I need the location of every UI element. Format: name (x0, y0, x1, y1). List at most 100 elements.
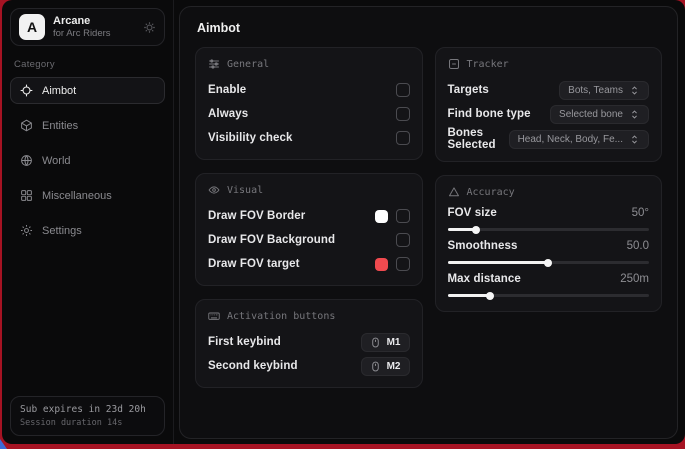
sidebar-item-label: Aimbot (42, 85, 76, 97)
visual-header: Visual (208, 184, 410, 196)
section-title: Activation buttons (227, 311, 335, 322)
sidebar-item-settings[interactable]: Settings (10, 217, 165, 244)
row-label: Draw FOV Border (208, 210, 305, 222)
first-keybind-button[interactable]: M1 (361, 333, 410, 352)
row-label: First keybind (208, 336, 281, 348)
scan-box-icon (448, 58, 460, 70)
color-swatch-white[interactable] (375, 210, 388, 223)
setting-row-fov-background: Draw FOV Background (208, 229, 410, 251)
smoothness-value: 50.0 (627, 240, 649, 252)
sidebar-item-miscellaneous[interactable]: Miscellaneous (10, 182, 165, 209)
subscription-card: Sub expires in 23d 20h Session duration … (10, 396, 165, 436)
main-panel: Aimbot General Enable (179, 6, 678, 439)
sidebar-item-world[interactable]: World (10, 147, 165, 174)
crosshair-icon (20, 84, 33, 97)
keyboard-icon (208, 310, 220, 322)
sidebar-nav: Aimbot Entities World Miscellaneous (10, 77, 165, 252)
dropdown-value: Selected bone (559, 109, 623, 120)
chevrons-up-down-icon (629, 109, 640, 120)
cursor (0, 439, 7, 449)
smoothness-slider[interactable] (448, 261, 650, 264)
row-label: Find bone type (448, 108, 531, 120)
eye-icon (208, 184, 220, 196)
setting-row-first-keybind: First keybind M1 (208, 331, 410, 353)
card-columns: General Enable Always Visibility check (195, 47, 662, 388)
second-keybind-button[interactable]: M2 (361, 357, 410, 376)
activation-card: Activation buttons First keybind M1 Seco… (195, 299, 423, 388)
row-label: Max distance (448, 273, 521, 285)
section-title: Tracker (467, 59, 509, 70)
color-swatch-red[interactable] (375, 258, 388, 271)
mouse-icon (370, 361, 381, 372)
row-label: Smoothness (448, 240, 518, 252)
setting-row-enable: Enable (208, 79, 410, 101)
brand-logo: A (19, 14, 45, 40)
keybind-value: M2 (387, 361, 401, 372)
dropdown-value: Bots, Teams (568, 85, 623, 96)
sidebar-item-label: Settings (42, 225, 82, 237)
fov-size-slider[interactable] (448, 228, 650, 231)
fov-border-checkbox[interactable] (396, 209, 410, 223)
right-column: Tracker Targets Bots, Teams Find bone ty… (435, 47, 663, 312)
setting-row-visibility-check: Visibility check (208, 127, 410, 149)
chevrons-up-down-icon (629, 85, 640, 96)
sidebar-item-entities[interactable]: Entities (10, 112, 165, 139)
activation-header: Activation buttons (208, 310, 410, 322)
setting-row-second-keybind: Second keybind M2 (208, 355, 410, 377)
general-card: General Enable Always Visibility check (195, 47, 423, 160)
row-label: Targets (448, 84, 489, 96)
setting-row-find-bone-type: Find bone type Selected bone (448, 103, 650, 125)
row-label: Draw FOV Background (208, 234, 335, 246)
slider-fill (448, 261, 549, 264)
globe-icon (20, 154, 33, 167)
targets-dropdown[interactable]: Bots, Teams (559, 81, 649, 100)
enable-checkbox[interactable] (396, 83, 410, 97)
sidebar-item-label: Entities (42, 120, 78, 132)
setting-row-fov-border: Draw FOV Border (208, 205, 410, 227)
sidebar-item-aimbot[interactable]: Aimbot (10, 77, 165, 104)
always-checkbox[interactable] (396, 107, 410, 121)
max-distance-slider[interactable] (448, 294, 650, 297)
brand-subtitle: for Arc Riders (53, 28, 135, 39)
settings-gear-icon (20, 224, 33, 237)
setting-row-max-distance: Max distance 250m (448, 273, 650, 297)
tracker-card: Tracker Targets Bots, Teams Find bone ty… (435, 47, 663, 162)
section-title: General (227, 59, 269, 70)
keybind-value: M1 (387, 337, 401, 348)
accuracy-header: Accuracy (448, 186, 650, 198)
setting-row-fov-target: Draw FOV target (208, 253, 410, 275)
setting-row-targets: Targets Bots, Teams (448, 79, 650, 101)
row-label: Bones Selected (448, 127, 509, 151)
cube-icon (20, 119, 33, 132)
slider-fill (448, 228, 476, 231)
row-label: Second keybind (208, 360, 298, 372)
brand-name: Arcane (53, 15, 135, 28)
fov-background-checkbox[interactable] (396, 233, 410, 247)
tracker-header: Tracker (448, 58, 650, 70)
gear-icon[interactable] (143, 21, 156, 34)
sliders-icon (208, 58, 220, 70)
triangle-icon (448, 186, 460, 198)
session-duration-text: Session duration 14s (20, 418, 155, 428)
row-label: FOV size (448, 207, 497, 219)
find-bone-type-dropdown[interactable]: Selected bone (550, 105, 649, 124)
slider-fill (448, 294, 490, 297)
page-title: Aimbot (197, 21, 660, 35)
brand-text: Arcane for Arc Riders (53, 15, 135, 40)
fov-size-value: 50° (632, 207, 649, 219)
max-distance-value: 250m (620, 273, 649, 285)
sidebar-item-label: World (42, 155, 71, 167)
sidebar-item-label: Miscellaneous (42, 190, 112, 202)
section-title: Accuracy (467, 187, 515, 198)
sub-expires-text: Sub expires in 23d 20h (20, 404, 155, 415)
setting-row-always: Always (208, 103, 410, 125)
sidebar: A Arcane for Arc Riders Category Aimbot (2, 0, 174, 444)
visibility-check-checkbox[interactable] (396, 131, 410, 145)
row-label: Always (208, 108, 248, 120)
grid-icon (20, 189, 33, 202)
app-window: A Arcane for Arc Riders Category Aimbot (2, 0, 685, 444)
setting-row-fov-size: FOV size 50° (448, 207, 650, 231)
category-label: Category (14, 59, 161, 70)
fov-target-checkbox[interactable] (396, 257, 410, 271)
bones-selected-dropdown[interactable]: Head, Neck, Body, Fe... (509, 130, 649, 149)
